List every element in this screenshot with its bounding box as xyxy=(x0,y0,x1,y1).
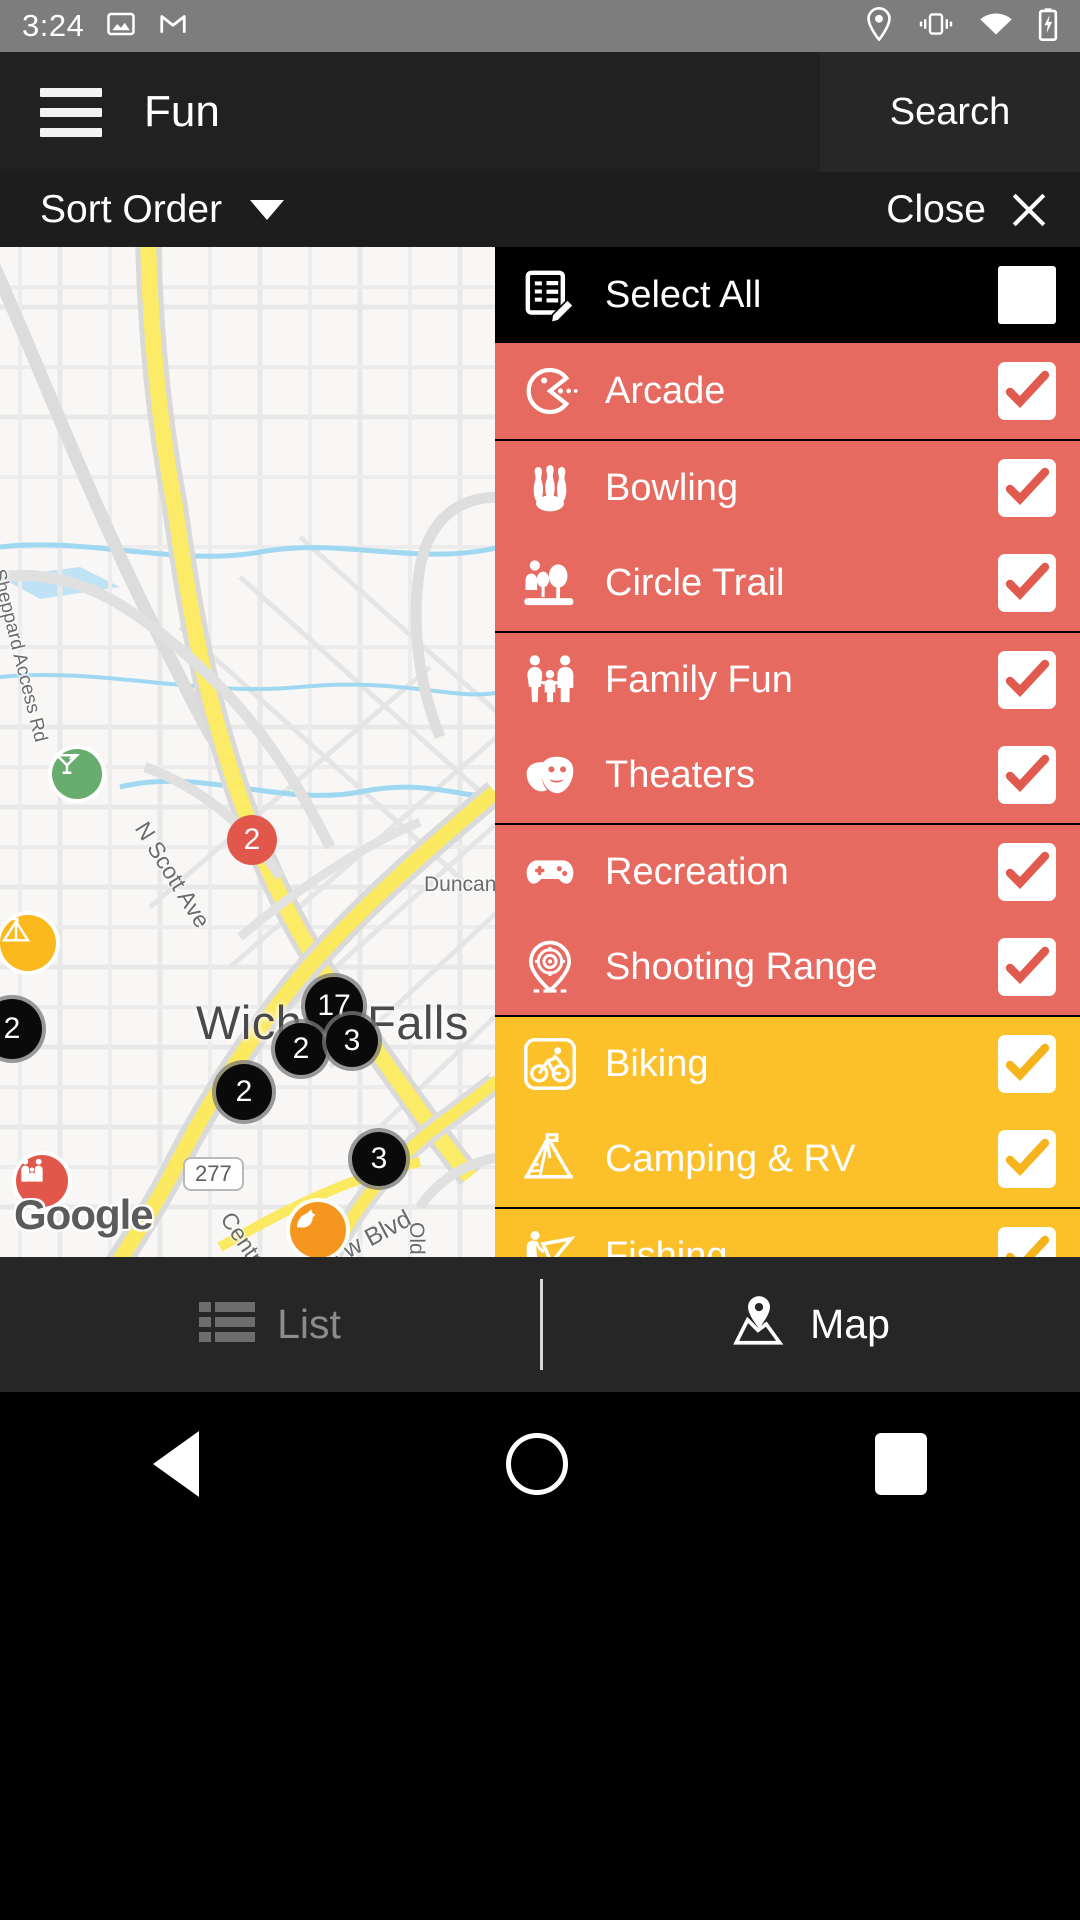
filter-checkbox[interactable] xyxy=(998,843,1056,901)
filter-checkbox[interactable] xyxy=(998,459,1056,517)
filter-label: Recreation xyxy=(605,850,789,893)
map-cluster-marker[interactable]: 2 xyxy=(275,1023,327,1075)
map-cluster-marker[interactable]: 2 xyxy=(227,815,277,865)
filter-row-camping-rv[interactable]: Camping & RV xyxy=(495,1111,1080,1207)
content-area: Sheppard Access Rd N Scott Ave Duncan St… xyxy=(0,247,1080,1257)
wifi-icon xyxy=(979,10,1013,43)
map-pin-icon xyxy=(730,1293,788,1356)
category-filter-panel[interactable]: Select All Arcade Bowling Circle Trail F… xyxy=(495,247,1080,1257)
tab-label: List xyxy=(277,1301,341,1347)
filter-checkbox[interactable] xyxy=(998,362,1056,420)
filter-label: Family Fun xyxy=(605,658,793,701)
theater-masks-icon xyxy=(519,744,581,806)
filter-label: Select All xyxy=(605,273,762,316)
trail-park-icon xyxy=(519,552,581,614)
filter-row-bowling[interactable]: Bowling xyxy=(495,439,1080,535)
filter-checkbox[interactable] xyxy=(998,1035,1056,1093)
filter-row-family-fun[interactable]: Family Fun xyxy=(495,631,1080,727)
filter-row-recreation[interactable]: Recreation xyxy=(495,823,1080,919)
hamburger-menu-icon[interactable] xyxy=(40,87,102,137)
back-triangle-icon[interactable] xyxy=(153,1430,200,1497)
filter-label: Camping & RV xyxy=(605,1137,856,1180)
map-poi-marker[interactable] xyxy=(0,915,56,971)
tab-map[interactable]: Map xyxy=(540,1293,1080,1356)
filter-checkbox[interactable] xyxy=(998,1227,1056,1257)
filter-checkbox[interactable] xyxy=(998,746,1056,804)
family-icon xyxy=(519,649,581,711)
home-circle-icon[interactable] xyxy=(505,1432,568,1495)
select-all-checkbox[interactable] xyxy=(998,266,1056,324)
sort-bar: Sort Order Close xyxy=(0,172,1080,247)
page-title: Fun xyxy=(144,87,220,136)
pacman-icon xyxy=(519,360,581,422)
street-label: Old Jacksboro Hwy xyxy=(404,1222,428,1257)
bottom-tab-bar: List Map xyxy=(0,1257,1080,1392)
filter-label: Fishing xyxy=(605,1234,728,1257)
tent-icon xyxy=(519,1128,581,1190)
map-poi-marker[interactable] xyxy=(290,1202,346,1257)
list-icon xyxy=(199,1300,256,1349)
filter-row-shooting-range[interactable]: Shooting Range xyxy=(495,919,1080,1015)
fishing-icon xyxy=(519,1225,581,1257)
filter-label: Theaters xyxy=(605,753,755,796)
google-attribution: Google xyxy=(14,1191,154,1238)
filter-row-circle-trail[interactable]: Circle Trail xyxy=(495,535,1080,631)
close-label[interactable]: Close xyxy=(886,188,986,232)
bowling-pins-icon xyxy=(519,457,581,519)
map-cluster-marker[interactable]: 3 xyxy=(326,1015,378,1067)
tab-list[interactable]: List xyxy=(0,1300,540,1349)
sort-order-label[interactable]: Sort Order xyxy=(40,188,222,232)
chevron-down-icon[interactable] xyxy=(250,199,285,220)
vibrate-icon xyxy=(918,9,954,44)
filter-label: Biking xyxy=(605,1042,709,1085)
status-bar-clock: 3:24 xyxy=(22,8,85,43)
filter-checkbox[interactable] xyxy=(998,1130,1056,1188)
filter-row-fishing[interactable]: Fishing xyxy=(495,1207,1080,1257)
filter-checkbox[interactable] xyxy=(998,651,1056,709)
app-bar: Fun Search xyxy=(0,52,1080,172)
filter-label: Arcade xyxy=(605,369,726,412)
filter-label: Shooting Range xyxy=(605,945,878,988)
map-poi-marker[interactable] xyxy=(52,749,102,799)
filter-row-arcade[interactable]: Arcade xyxy=(495,343,1080,439)
close-x-icon[interactable] xyxy=(1008,189,1050,231)
filter-label: Bowling xyxy=(605,466,739,509)
list-edit-icon xyxy=(519,264,581,326)
filter-checkbox[interactable] xyxy=(998,554,1056,612)
bicycle-icon xyxy=(519,1033,581,1095)
map-cluster-marker[interactable]: 3 xyxy=(352,1132,406,1186)
battery-charging-icon xyxy=(1038,7,1058,46)
filter-row-select-all[interactable]: Select All xyxy=(495,247,1080,343)
gmail-icon xyxy=(158,9,188,44)
filter-label: Circle Trail xyxy=(605,561,785,604)
target-pin-icon xyxy=(519,936,581,998)
filter-row-theaters[interactable]: Theaters xyxy=(495,727,1080,823)
android-nav-bar xyxy=(0,1392,1080,1535)
status-bar: 3:24 xyxy=(0,0,1080,52)
search-button[interactable]: Search xyxy=(820,52,1080,172)
gamepad-icon xyxy=(519,841,581,903)
image-icon xyxy=(106,9,136,44)
tab-label: Map xyxy=(810,1301,890,1347)
location-icon xyxy=(865,6,893,46)
highway-shield: 277 xyxy=(183,1157,244,1191)
tab-divider xyxy=(540,1279,543,1370)
recents-square-icon[interactable] xyxy=(874,1432,927,1495)
filter-checkbox[interactable] xyxy=(998,938,1056,996)
map-cluster-marker[interactable]: 2 xyxy=(216,1064,272,1120)
filter-row-biking[interactable]: Biking xyxy=(495,1015,1080,1111)
